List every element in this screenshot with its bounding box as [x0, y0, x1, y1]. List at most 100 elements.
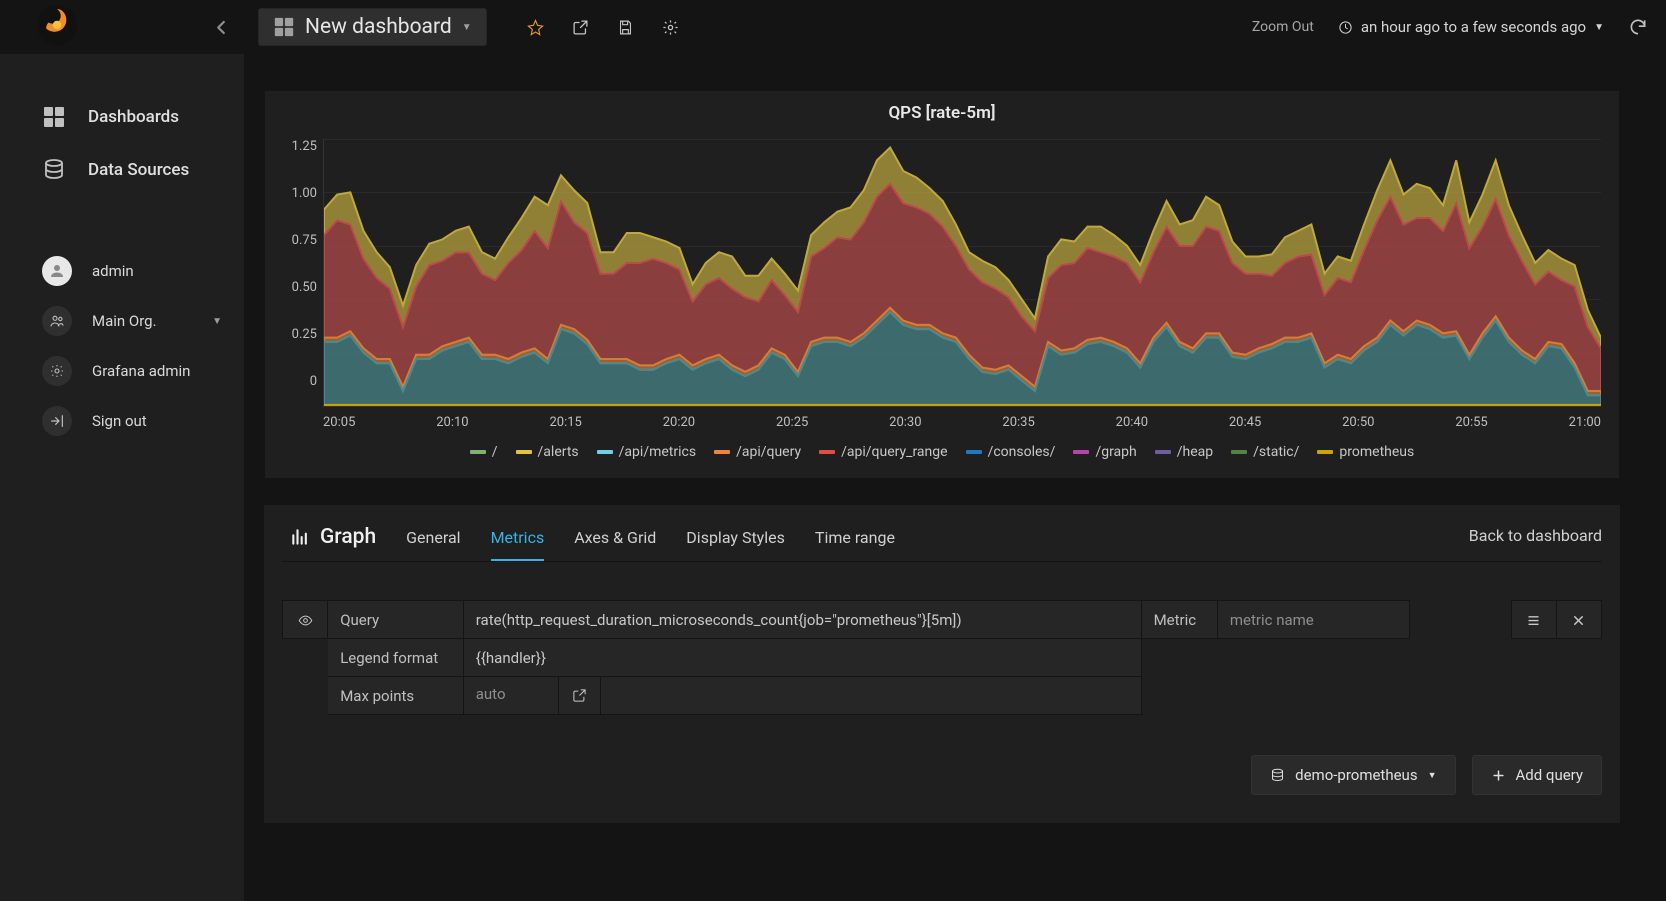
- gear-icon: [42, 356, 72, 386]
- legend-swatch: [516, 450, 532, 454]
- sidebar-item-dashboards[interactable]: Dashboards: [0, 90, 244, 144]
- dashboard-picker[interactable]: New dashboard ▼: [258, 8, 487, 46]
- caret-down-icon: ▼: [1594, 22, 1604, 33]
- sidebar-org-picker[interactable]: Main Org. ▼: [0, 296, 244, 346]
- sidebar-signout[interactable]: Sign out: [0, 396, 244, 446]
- signout-icon: [42, 406, 72, 436]
- caret-down-icon: ▼: [1428, 770, 1437, 781]
- metric-input[interactable]: [1230, 611, 1397, 629]
- sidebar: Dashboards Data Sources admin Main Org. …: [0, 54, 244, 901]
- x-tick: 20:20: [663, 415, 695, 430]
- legend-swatch: [1073, 450, 1089, 454]
- query-row: Query Metric: [283, 601, 1602, 639]
- caret-down-icon: ▼: [462, 22, 472, 33]
- sidebar-item-datasources[interactable]: Data Sources: [0, 144, 244, 196]
- toggle-visibility-icon[interactable]: [283, 601, 328, 639]
- legend-item[interactable]: prometheus: [1317, 444, 1414, 460]
- zoom-out-button[interactable]: Zoom Out: [1252, 19, 1314, 35]
- legend-format-label: Legend format: [328, 639, 464, 677]
- x-tick: 20:55: [1455, 415, 1487, 430]
- datasource-picker-button[interactable]: demo-prometheus ▼: [1251, 755, 1455, 795]
- max-points-label: Max points: [328, 677, 464, 715]
- remove-query-icon[interactable]: [1556, 601, 1601, 639]
- legend-swatch: [597, 450, 613, 454]
- graph-panel: QPS [rate-5m] 1.251.000.750.500.250 20:0…: [264, 90, 1620, 479]
- editor-tab-metrics[interactable]: Metrics: [491, 522, 545, 561]
- time-range-picker[interactable]: an hour ago to a few seconds ago ▼: [1338, 18, 1604, 36]
- x-tick: 20:15: [549, 415, 581, 430]
- legend-item[interactable]: /static/: [1231, 444, 1299, 460]
- legend-label: /consoles/: [988, 444, 1056, 460]
- sidebar-user-label: admin: [92, 262, 134, 280]
- link-icon[interactable]: [559, 677, 601, 714]
- main-content: QPS [rate-5m] 1.251.000.750.500.250 20:0…: [244, 54, 1666, 901]
- refresh-icon[interactable]: [1628, 17, 1648, 37]
- toolbar-actions: [527, 17, 679, 37]
- save-icon[interactable]: [617, 17, 634, 37]
- sidebar-org-label: Main Org.: [92, 312, 157, 330]
- y-tick: 0: [310, 374, 317, 389]
- legend-swatch: [714, 450, 730, 454]
- legend-swatch: [1317, 450, 1333, 454]
- legend-item[interactable]: /api/query: [714, 444, 801, 460]
- chart-legend: / /alerts/api/metrics/api/query/api/query…: [283, 430, 1601, 460]
- add-query-button[interactable]: Add query: [1472, 755, 1603, 795]
- database-icon: [1270, 768, 1285, 783]
- y-tick: 0.50: [292, 280, 317, 295]
- share-icon[interactable]: [572, 17, 589, 37]
- users-icon: [42, 306, 72, 336]
- legend-swatch: [470, 450, 486, 454]
- legend-label: prometheus: [1339, 444, 1414, 460]
- x-tick: 21:00: [1569, 415, 1601, 430]
- legend-item[interactable]: /consoles/: [966, 444, 1056, 460]
- legend-label: /api/query_range: [841, 444, 947, 460]
- plot-area[interactable]: [323, 139, 1601, 407]
- dashboard-grid-icon: [42, 104, 66, 130]
- x-tick: 20:40: [1116, 415, 1148, 430]
- legend-item[interactable]: /heap: [1155, 444, 1213, 460]
- sidebar-signout-label: Sign out: [92, 412, 147, 430]
- query-input[interactable]: [476, 611, 1129, 629]
- legend-label: /heap: [1177, 444, 1213, 460]
- sidebar-admin-label: Grafana admin: [92, 362, 190, 380]
- query-input-cell: [463, 601, 1141, 639]
- editor-tab-time-range[interactable]: Time range: [815, 522, 895, 561]
- star-icon[interactable]: [527, 17, 544, 37]
- max-points-input[interactable]: [476, 685, 546, 703]
- sidebar-item-label: Data Sources: [88, 160, 189, 180]
- y-tick: 0.25: [292, 327, 317, 342]
- gear-icon[interactable]: [662, 17, 679, 37]
- grafana-logo-icon[interactable]: [36, 4, 78, 50]
- collapse-nav-icon[interactable]: [210, 15, 232, 40]
- legend-item[interactable]: /api/metrics: [597, 444, 696, 460]
- legend-swatch: [966, 450, 982, 454]
- x-tick: 20:35: [1002, 415, 1034, 430]
- panel-type-label: Graph: [282, 521, 376, 561]
- legend-label: /alerts: [538, 444, 579, 460]
- legend-item[interactable]: /graph: [1073, 444, 1136, 460]
- legend-swatch: [1231, 450, 1247, 454]
- editor-tabs: Graph General Metrics Axes & Grid Display S…: [282, 521, 1602, 562]
- bar-chart-icon: [290, 527, 310, 547]
- editor-tab-general[interactable]: General: [406, 522, 460, 561]
- y-tick: 1.00: [292, 186, 317, 201]
- sidebar-item-label: Dashboards: [88, 107, 179, 127]
- editor-tab-axes-grid[interactable]: Axes & Grid: [574, 522, 656, 561]
- sidebar-grafana-admin[interactable]: Grafana admin: [0, 346, 244, 396]
- query-menu-icon[interactable]: [1511, 601, 1556, 639]
- legend-item[interactable]: /api/query_range: [819, 444, 947, 460]
- chart[interactable]: 1.251.000.750.500.250: [283, 139, 1601, 407]
- panel-title: QPS [rate-5m]: [283, 99, 1601, 139]
- x-tick: 20:05: [323, 415, 355, 430]
- legend-item[interactable]: /: [470, 444, 498, 460]
- y-tick: 0.75: [292, 233, 317, 248]
- back-to-dashboard-link[interactable]: Back to dashboard: [1469, 526, 1602, 557]
- topbar: New dashboard ▼ Zoom Out an hour ago to …: [0, 0, 1666, 54]
- legend-item[interactable]: /alerts: [516, 444, 579, 460]
- legend-format-input[interactable]: [476, 649, 1129, 667]
- editor-tab-display-styles[interactable]: Display Styles: [686, 522, 785, 561]
- query-label: Query: [328, 601, 464, 639]
- x-tick: 20:30: [889, 415, 921, 430]
- legend-label: /static/: [1253, 444, 1299, 460]
- sidebar-user-admin[interactable]: admin: [0, 246, 244, 296]
